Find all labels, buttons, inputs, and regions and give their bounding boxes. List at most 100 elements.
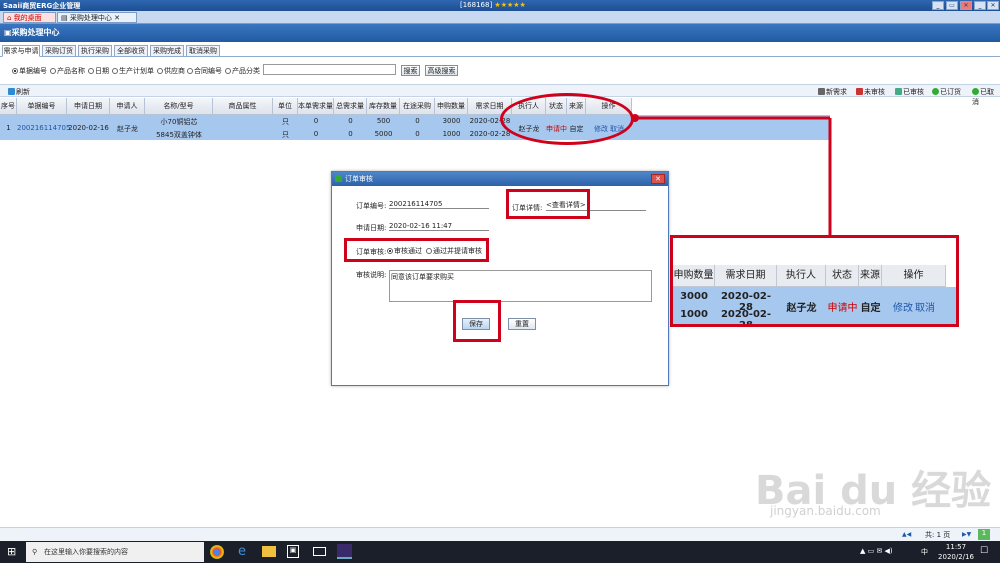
notification-icon[interactable]: ☐	[980, 546, 988, 556]
pager-next-icon[interactable]: ▶▼	[962, 531, 971, 538]
zoom-qty: 1000	[680, 309, 708, 320]
minimize-button[interactable]: _	[932, 1, 944, 10]
search-button[interactable]: 搜索	[401, 65, 420, 76]
zoom-due: 2020-02-28	[720, 309, 772, 327]
annotation-box-review	[344, 238, 489, 262]
col-header: 序号	[0, 98, 17, 115]
mail-icon[interactable]	[313, 547, 326, 556]
zoom-cancel-link[interactable]: 取消	[915, 299, 935, 314]
pager-nav-icon[interactable]: ▲◀	[902, 531, 911, 538]
zoom-col-header: 操作	[882, 265, 946, 287]
item-qty: 3000	[442, 117, 461, 125]
tab-execute[interactable]: 执行采购	[78, 45, 112, 57]
item-name: 小70铜铝芯	[160, 118, 198, 126]
app-icon	[335, 175, 342, 182]
zoom-col-header: 执行人	[777, 265, 826, 287]
search-row: 单据编号 产品名称 日期 生产计划单 供应商 合同编号 产品分类 搜索 高级搜索	[0, 62, 1000, 78]
refresh-button[interactable]: 刷新	[8, 87, 30, 97]
new-demand-button[interactable]: 新需求	[818, 87, 847, 97]
chrome-icon[interactable]	[210, 545, 224, 559]
doc-no-link[interactable]: 200216114705	[17, 124, 70, 132]
radio-dot	[12, 68, 18, 74]
zoom-col-header: 来源	[859, 265, 882, 287]
clock-date[interactable]: 2020/2/16	[936, 553, 976, 561]
system-tray-icons[interactable]: ▲ ▭ ✉ ◀)	[860, 547, 893, 555]
radio-contract[interactable]: 合同编号	[187, 66, 222, 76]
cancelled-button[interactable]: 已取消	[972, 87, 1000, 107]
annotation-box-detail	[506, 189, 590, 219]
edge-icon[interactable]: e	[238, 544, 246, 559]
radio-product-name[interactable]: 产品名称	[50, 66, 85, 76]
check-icon	[895, 88, 902, 95]
item-total: 0	[348, 130, 353, 138]
close-button-2[interactable]: ✕	[987, 1, 999, 10]
sub-tabs: 需求与申请 采购订货 执行采购 全部收货 采购完成 取消采购	[0, 43, 1000, 57]
page-title: ▣采购处理中心	[0, 24, 1000, 42]
zoom-status: 申请中	[827, 303, 858, 314]
minimize-button-2[interactable]: _	[974, 1, 986, 10]
store-icon[interactable]: ▣	[287, 545, 299, 558]
watermark-url: jingyan.baidu.com	[770, 504, 881, 518]
app-titlebar: Saaii商贸ERG企业管理 [168168] ★★★★★ _ ▭ ✕ _ ✕	[0, 0, 1000, 11]
erp-app-icon[interactable]	[337, 544, 352, 559]
page-number[interactable]: 1	[978, 529, 990, 540]
app-title: Saaii商贸ERG企业管理	[3, 2, 81, 10]
zoom-col-header: 状态	[826, 265, 859, 287]
reset-button[interactable]: 重置	[508, 318, 536, 330]
tab-complete[interactable]: 采购完成	[150, 45, 184, 57]
close-icon[interactable]: ✕	[114, 14, 120, 22]
radio-plan[interactable]: 生产计划单	[112, 66, 154, 76]
maximize-button[interactable]: ▭	[946, 1, 958, 10]
tab-cancel[interactable]: 取消采购	[186, 45, 220, 57]
toolbar: 刷新 新需求 未审核 已审核 已订货 已取消	[0, 84, 1000, 106]
tab-purchase-center[interactable]: ▤ 采购处理中心 ✕	[57, 12, 137, 23]
rating-stars: ★★★★★	[494, 1, 526, 9]
radio-doc-no[interactable]: 单据编号	[12, 66, 47, 76]
annotation-box-save	[453, 300, 501, 342]
item-total: 0	[348, 117, 353, 125]
radio-date[interactable]: 日期	[88, 66, 109, 76]
col-header: 总需求量	[334, 98, 367, 115]
dialog-close-button[interactable]: ✕	[651, 174, 665, 184]
annotation-ellipse	[500, 93, 634, 145]
ordered-button[interactable]: 已订货	[932, 87, 961, 97]
radio-dot	[112, 68, 118, 74]
zoom-edit-link[interactable]: 修改	[893, 299, 913, 314]
close-button[interactable]: ✕	[960, 1, 972, 10]
radio-category[interactable]: 产品分类	[225, 66, 260, 76]
reviewed-button[interactable]: 已审核	[895, 87, 924, 97]
tab-desktop[interactable]: ⌂ 我的桌面	[3, 12, 56, 23]
ok-icon	[972, 88, 979, 95]
tab-order[interactable]: 采购订货	[42, 45, 76, 57]
ime-icon[interactable]: 中	[921, 547, 928, 557]
window-tabs: ⌂ 我的桌面 ▤ 采购处理中心 ✕	[0, 11, 1000, 24]
item-due: 2020-02-28	[469, 130, 511, 138]
col-header: 在途采购量	[400, 98, 435, 127]
radio-dot	[225, 68, 231, 74]
unreviewed-button[interactable]: 未审核	[856, 87, 885, 97]
advanced-search-button[interactable]: 高级搜索	[425, 65, 458, 76]
radio-dot	[157, 68, 163, 74]
zoom-executor: 赵子龙	[786, 303, 817, 314]
zoom-qty: 3000	[680, 291, 708, 302]
col-header: 单据编号	[17, 98, 67, 115]
search-input[interactable]	[263, 64, 396, 75]
radio-supplier[interactable]: 供应商	[157, 66, 185, 76]
col-header: 库存数量	[367, 98, 400, 115]
clock-time[interactable]: 11:57	[940, 543, 972, 551]
search-icon: ⚲	[32, 548, 38, 556]
note-textarea[interactable]: 同意该订单要求购买	[389, 270, 652, 302]
tab-demand[interactable]: 需求与申请	[2, 45, 40, 57]
windows-start-icon[interactable]: ⊞	[7, 545, 16, 558]
folder-icon: ▤	[61, 14, 68, 22]
apply-date: 2020-02-16	[68, 124, 109, 132]
status-bar: ▲◀ 共: 1 页 ▶▼ 1	[0, 527, 1000, 541]
item-need: 0	[313, 130, 319, 138]
taskbar-search-input[interactable]: ⚲ 在这里输入你要搜索的内容	[26, 542, 204, 562]
tab-receive[interactable]: 全部收货	[114, 45, 148, 57]
radio-dot	[187, 68, 193, 74]
file-explorer-icon[interactable]	[262, 546, 276, 557]
item-transit: 0	[415, 117, 420, 125]
item-transit: 0	[415, 130, 420, 138]
radio-dot	[88, 68, 94, 74]
